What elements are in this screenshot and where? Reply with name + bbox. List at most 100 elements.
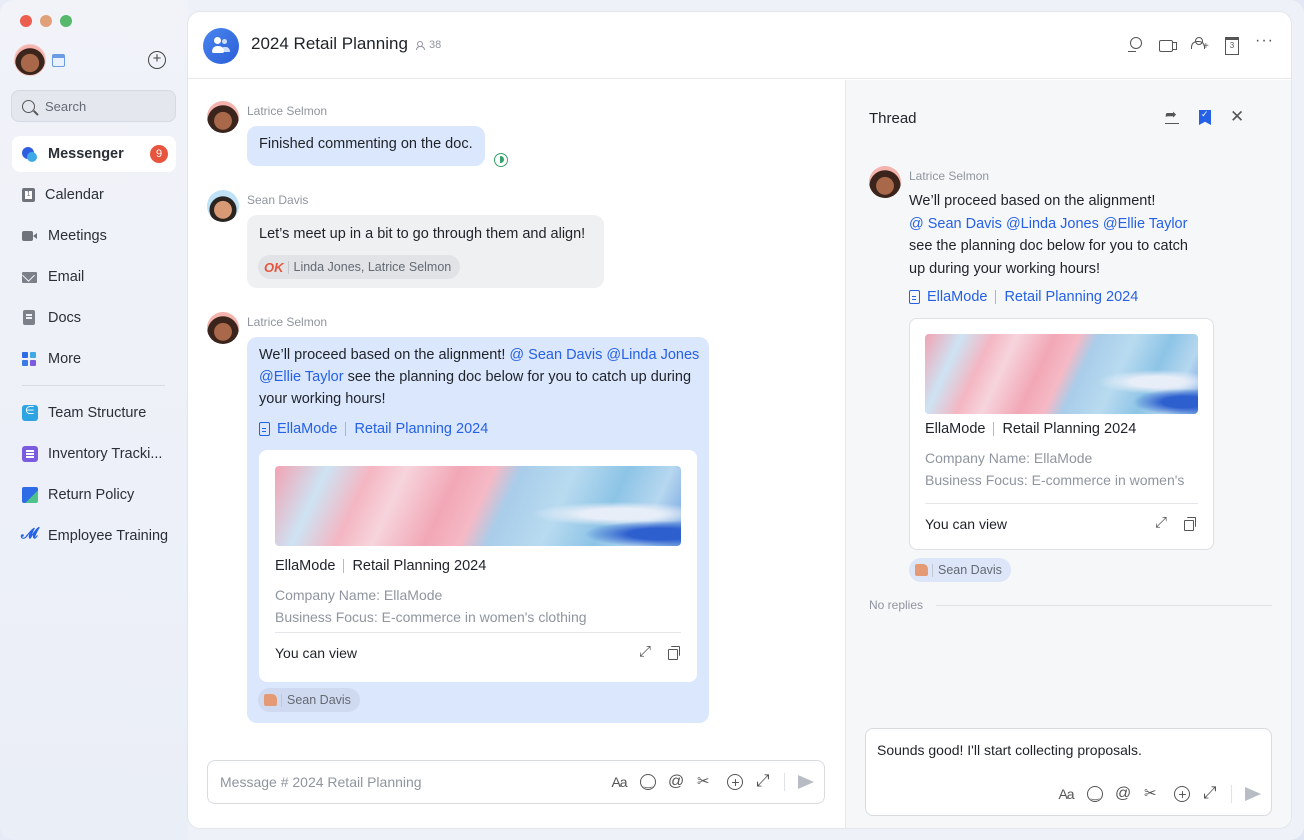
screenshot-icon[interactable] [697,773,715,791]
reaction-users: Linda Jones, Latrice Selmon [293,260,452,274]
more-icon[interactable] [1255,32,1274,54]
unread-badge: 9 [150,145,168,163]
pinned-item-return-policy[interactable]: Return Policy [12,477,176,513]
video-call-icon[interactable] [1159,36,1177,54]
reaction-pill[interactable]: OK Linda Jones, Latrice Selmon [258,255,461,279]
separator [345,422,347,436]
composer-toolbar: Aa [1057,784,1261,805]
doc-link[interactable]: EllaMode Retail Planning 2024 [259,421,488,437]
no-replies-label: No replies [869,598,924,612]
message-composer[interactable]: Message # 2024 Retail Planning Aa [207,760,825,804]
group-avatar[interactable] [203,28,239,64]
mention-link[interactable]: @Linda Jones [1006,216,1099,232]
message-text: We’ll proceed based on the alignment! @ … [259,344,704,410]
text-line: We’ll proceed based on the alignment! [909,193,1156,209]
pinned-item-inventory-tracking[interactable]: Inventory Tracki... [12,436,176,472]
mention-icon[interactable] [1115,785,1133,803]
mention-link[interactable]: @Ellie Taylor [259,369,344,385]
sender-name: Latrice Selmon [909,169,990,183]
search-input[interactable]: Search [11,90,176,122]
sidebar-item-calendar[interactable]: Calendar [12,177,176,213]
thread-message-text: We’ll proceed based on the alignment! @ … [909,190,1188,280]
expand-icon[interactable] [639,643,653,660]
reaction-pill[interactable]: Sean Davis [258,688,360,712]
mention-link[interactable]: @Ellie Taylor [1103,216,1188,232]
text-line: up during your working hours! [909,260,1101,277]
summary-line: Business Focus: E-commerce in women's [925,472,1185,488]
avatar[interactable] [207,190,239,222]
pinned-item-team-structure[interactable]: Team Structure [12,395,176,431]
sender-name: Latrice Selmon [247,104,328,118]
send-icon[interactable] [1243,785,1261,803]
avatar[interactable] [869,166,901,198]
mention-link[interactable]: @ Sean Davis [909,216,1002,232]
card-owner: EllaMode [275,558,336,574]
avatar[interactable] [207,101,239,133]
sidebar-item-docs[interactable]: Docs [12,300,176,336]
sidebar-item-more[interactable]: More [12,341,176,377]
document-icon [909,290,920,304]
app-window: + Search Messenger 9 Calendar Meetings E… [0,0,1304,840]
thread-title: Thread [869,110,917,127]
maximize-window-button[interactable] [60,15,72,27]
send-icon[interactable] [796,773,814,791]
screenshot-icon[interactable] [1144,785,1162,803]
doc-preview-card[interactable]: EllaMode Retail Planning 2024 Company Na… [259,450,697,682]
calendar-icon[interactable] [1223,36,1241,55]
sidebar-item-label: Docs [48,310,82,326]
avatar[interactable] [207,312,239,344]
close-window-button[interactable] [20,15,32,27]
message-bubble[interactable]: We’ll proceed based on the alignment! @ … [247,337,709,723]
expand-composer-icon[interactable] [755,772,773,791]
bookmark-icon[interactable] [1196,109,1214,127]
mention-link[interactable]: @ Sean Davis [509,347,602,363]
reply-composer[interactable]: Sounds good! I'll start collecting propo… [865,728,1272,816]
ok-emoji-icon: OK [264,259,284,275]
mention-link[interactable]: @Linda Jones [606,347,699,363]
pinned-item-employee-training[interactable]: Employee Training [12,518,176,554]
apps-grid-icon [22,351,38,367]
reply-input-value[interactable]: Sounds good! I'll start collecting propo… [877,742,1142,758]
sidebar-item-label: Return Policy [48,487,135,503]
member-count[interactable]: 38 [416,39,441,51]
chat-title[interactable]: 2024 Retail Planning [251,34,408,54]
sidebar-item-email[interactable]: Email [12,259,176,295]
card-summary: Company Name: EllaMode Business Focus: E… [925,447,1205,497]
sidebar-item-label: Messenger [48,146,124,162]
card-summary: Company Name: EllaMode Business Focus: E… [275,584,685,630]
reaction-pill[interactable]: Sean Davis [909,558,1011,582]
reaction-users: Sean Davis [287,693,351,707]
sidebar-item-label: Employee Training [48,528,169,544]
doc-preview-card[interactable]: EllaMode Retail Planning 2024 Company Na… [909,318,1214,550]
search-chat-icon[interactable] [1127,36,1145,54]
sidebar-item-meetings[interactable]: Meetings [12,218,176,254]
close-icon[interactable] [1229,107,1247,127]
document-icon [259,422,270,436]
create-new-button[interactable]: + [148,51,166,69]
mention-icon[interactable] [668,773,686,791]
calendar-status-icon[interactable] [52,54,65,67]
doc-link[interactable]: EllaMode Retail Planning 2024 [909,289,1138,305]
emoji-icon[interactable] [639,773,657,793]
permission-label: You can view [925,516,1007,532]
envelope-icon [22,269,38,285]
format-text-icon[interactable]: Aa [610,773,628,791]
format-text-icon[interactable]: Aa [1057,785,1075,803]
minimize-window-button[interactable] [40,15,52,27]
message-bubble[interactable]: Finished commenting on the doc. [247,126,485,166]
add-attachment-icon[interactable] [1173,785,1191,803]
user-avatar[interactable] [14,44,46,76]
copy-icon[interactable] [1183,517,1197,531]
card-divider [275,632,681,633]
copy-icon[interactable] [667,646,681,660]
sidebar-item-messenger[interactable]: Messenger 9 [12,136,176,172]
expand-icon[interactable] [1155,514,1169,531]
share-icon[interactable] [1163,106,1181,127]
sidebar-divider [22,385,165,386]
thumbs-up-icon [915,564,928,576]
expand-composer-icon[interactable] [1202,784,1220,803]
add-member-icon[interactable] [1191,36,1209,54]
add-attachment-icon[interactable] [726,773,744,791]
emoji-icon[interactable] [1086,785,1104,805]
message-bubble[interactable]: Let’s meet up in a bit to go through the… [247,215,604,288]
